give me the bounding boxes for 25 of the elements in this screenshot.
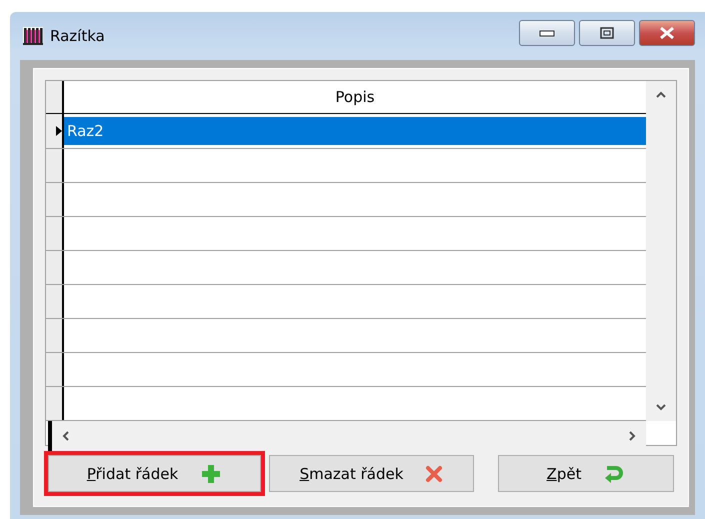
minimize-button[interactable]	[519, 20, 575, 46]
row-header[interactable]	[46, 353, 64, 386]
table-cell[interactable]: Raz2	[64, 116, 646, 146]
row-header[interactable]	[46, 217, 64, 250]
close-button[interactable]	[639, 20, 695, 46]
row-header[interactable]	[46, 251, 64, 284]
vertical-scrollbar[interactable]	[646, 81, 676, 421]
row-header-bar	[48, 421, 52, 451]
maximize-button[interactable]	[579, 20, 635, 46]
minimize-icon	[539, 29, 555, 37]
close-icon	[659, 26, 675, 40]
row-header[interactable]	[46, 285, 64, 318]
window-title: Razítka	[50, 27, 106, 45]
column-header[interactable]: Popis	[64, 81, 646, 113]
row-header[interactable]	[46, 387, 64, 420]
action-button[interactable]: Zpět	[498, 455, 674, 492]
row-header[interactable]	[46, 319, 64, 352]
app-icon	[22, 25, 44, 47]
close-icon	[425, 464, 444, 482]
restore-icon	[600, 27, 614, 39]
row-header[interactable]	[46, 114, 64, 148]
row-header[interactable]	[46, 183, 64, 216]
action-button[interactable]: Smazat řádek	[269, 455, 474, 492]
plus-icon	[200, 462, 222, 484]
row-header[interactable]	[46, 149, 64, 182]
